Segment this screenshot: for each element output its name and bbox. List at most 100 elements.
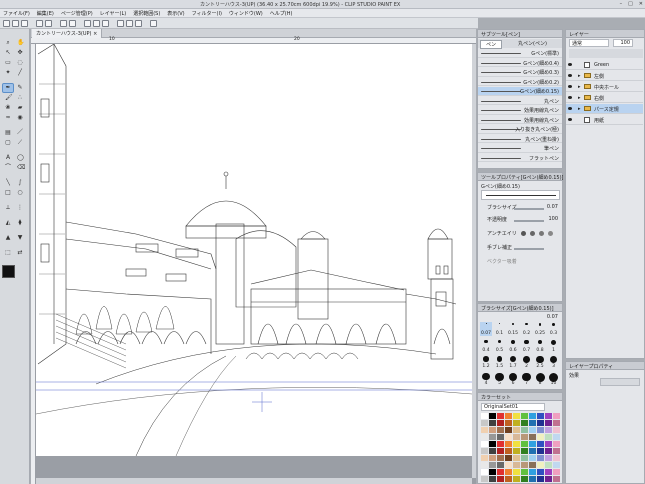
fill-icon[interactable] — [69, 20, 76, 27]
color-swatch[interactable] — [505, 434, 512, 440]
color-swatch[interactable] — [537, 462, 544, 468]
color-swatch[interactable] — [529, 420, 536, 426]
color-swatch[interactable] — [481, 469, 488, 475]
color-swatch[interactable] — [529, 441, 536, 447]
brush-item[interactable]: Gペン(細め0.4) — [478, 59, 562, 67]
brush-size-option[interactable]: 2 — [521, 355, 533, 369]
decoration-tool-icon[interactable]: ❀ — [3, 104, 13, 112]
brush-item[interactable]: 丸ペン — [478, 97, 562, 105]
clip-studio-icon[interactable] — [150, 20, 157, 27]
color-swatch[interactable] — [521, 462, 528, 468]
color-swatch[interactable] — [497, 420, 504, 426]
antialias-strong-icon[interactable] — [548, 231, 553, 236]
brush-item-selected[interactable]: Gペン(細め0.15) — [478, 87, 562, 96]
minimize-button[interactable]: – — [620, 1, 623, 7]
redo-icon[interactable] — [45, 20, 52, 27]
color-swatch[interactable] — [529, 427, 536, 433]
color-swatch[interactable] — [489, 413, 496, 419]
color-swatch[interactable] — [529, 455, 536, 461]
tab-maru-pen[interactable]: 丸ペン(ペン) — [518, 40, 547, 47]
color-swatch[interactable] — [505, 455, 512, 461]
layer-folder-selected[interactable]: ▸ パース定規 — [566, 104, 643, 114]
color-swatch[interactable] — [481, 427, 488, 433]
color-swatch[interactable] — [553, 434, 560, 440]
eye-icon[interactable] — [568, 96, 572, 99]
fill-tool-icon[interactable]: ◉ — [15, 114, 25, 122]
prop-brush-size[interactable]: ブラシサイズ 0.07 — [481, 203, 561, 212]
blend-tool-icon[interactable]: ≈ — [3, 114, 13, 122]
size-slider[interactable] — [514, 208, 544, 210]
color-swatch[interactable] — [505, 448, 512, 454]
color-swatch[interactable] — [497, 448, 504, 454]
color-swatch[interactable] — [489, 455, 496, 461]
close-tab-icon[interactable]: × — [93, 31, 97, 37]
eye-icon[interactable] — [568, 85, 572, 88]
color-swatch[interactable] — [553, 462, 560, 468]
correct-line-icon[interactable]: ⌒ — [3, 164, 13, 172]
frame-border-icon[interactable]: ▢ — [3, 139, 13, 147]
brush-size-option[interactable]: 0.07 — [480, 322, 492, 336]
close-button[interactable]: ✕ — [639, 1, 643, 7]
menu-page[interactable]: ページ管理(P) — [61, 10, 93, 17]
layer-item[interactable]: Green — [566, 60, 643, 70]
color-swatch[interactable] — [537, 413, 544, 419]
color-swatch[interactable] — [545, 427, 552, 433]
stabilization-slider[interactable] — [514, 248, 544, 250]
antialias-none-icon[interactable] — [521, 231, 526, 236]
color-swatch[interactable] — [489, 427, 496, 433]
color-swatch[interactable] — [521, 455, 528, 461]
ellipse-tool-icon[interactable]: ○ — [15, 189, 25, 197]
expand-icon[interactable]: ▸ — [578, 73, 581, 79]
curve-tool-icon[interactable]: ∫ — [15, 179, 25, 187]
brush-size-option[interactable]: 0.8 — [534, 339, 546, 353]
balloon-tool-icon[interactable]: ◯ — [15, 154, 25, 162]
text-tool-icon[interactable]: A — [3, 154, 13, 162]
blend-mode-select[interactable]: 通常 — [569, 39, 609, 47]
color-swatch[interactable] — [497, 434, 504, 440]
brush-size-option[interactable]: 0.15 — [507, 322, 519, 336]
brush-size-option[interactable]: 5 — [494, 372, 506, 386]
opacity-slider[interactable] — [514, 220, 544, 222]
brush-size-option[interactable]: 0.3 — [548, 322, 560, 336]
expand-icon[interactable]: ▸ — [578, 95, 581, 101]
color-swatch[interactable] — [529, 469, 536, 475]
color-swatch[interactable] — [513, 427, 520, 433]
color-swatch[interactable] — [481, 455, 488, 461]
color-swatch[interactable] — [497, 427, 504, 433]
color-swatch[interactable] — [481, 462, 488, 468]
auto-select-icon[interactable]: ✦ — [3, 69, 13, 77]
document-tab[interactable]: カントリーハウス-3(UP) × — [32, 29, 103, 38]
color-swatch[interactable] — [521, 420, 528, 426]
color-swatch[interactable] — [513, 476, 520, 482]
brush-size-option[interactable]: 7 — [521, 372, 533, 386]
zoom-tool-icon[interactable]: ⌕ — [3, 39, 13, 47]
brush-size-option[interactable]: 1.5 — [494, 355, 506, 369]
horizontal-scrollbar[interactable] — [36, 478, 472, 484]
color-swatch[interactable] — [537, 441, 544, 447]
color-swatch[interactable] — [553, 427, 560, 433]
eye-icon[interactable] — [568, 107, 572, 110]
symmetry-ruler-icon[interactable]: ⧫ — [15, 219, 25, 227]
color-swatch[interactable] — [481, 434, 488, 440]
prop-vector-snap[interactable]: ベクター吸着 — [481, 257, 561, 266]
brush-item[interactable]: 効果用線丸ペン — [478, 116, 562, 124]
menu-help[interactable]: ヘルプ(H) — [270, 10, 293, 17]
color-swatch[interactable] — [481, 476, 488, 482]
color-swatch[interactable] — [505, 462, 512, 468]
opacity-input[interactable]: 100 — [613, 39, 633, 47]
menu-selection[interactable]: 選択範囲(S) — [133, 10, 160, 17]
color-swatch[interactable] — [513, 462, 520, 468]
color-swatch[interactable] — [521, 469, 528, 475]
color-swatch[interactable] — [545, 448, 552, 454]
color-swatch[interactable] — [553, 413, 560, 419]
menu-filter[interactable]: フィルター(I) — [192, 10, 222, 17]
antialias-weak-icon[interactable] — [530, 231, 535, 236]
color-swatch[interactable] — [529, 462, 536, 468]
menu-view[interactable]: 表示(V) — [167, 10, 184, 17]
lasso-tool-icon[interactable]: ◌ — [15, 59, 25, 67]
menu-edit[interactable]: 編集(E) — [37, 10, 54, 17]
swap-color-icon[interactable]: ⇄ — [15, 249, 25, 257]
eyedropper-icon[interactable]: ╱ — [15, 69, 25, 77]
color-swatch[interactable] — [513, 455, 520, 461]
brush-item[interactable]: フラットペン — [478, 154, 562, 162]
